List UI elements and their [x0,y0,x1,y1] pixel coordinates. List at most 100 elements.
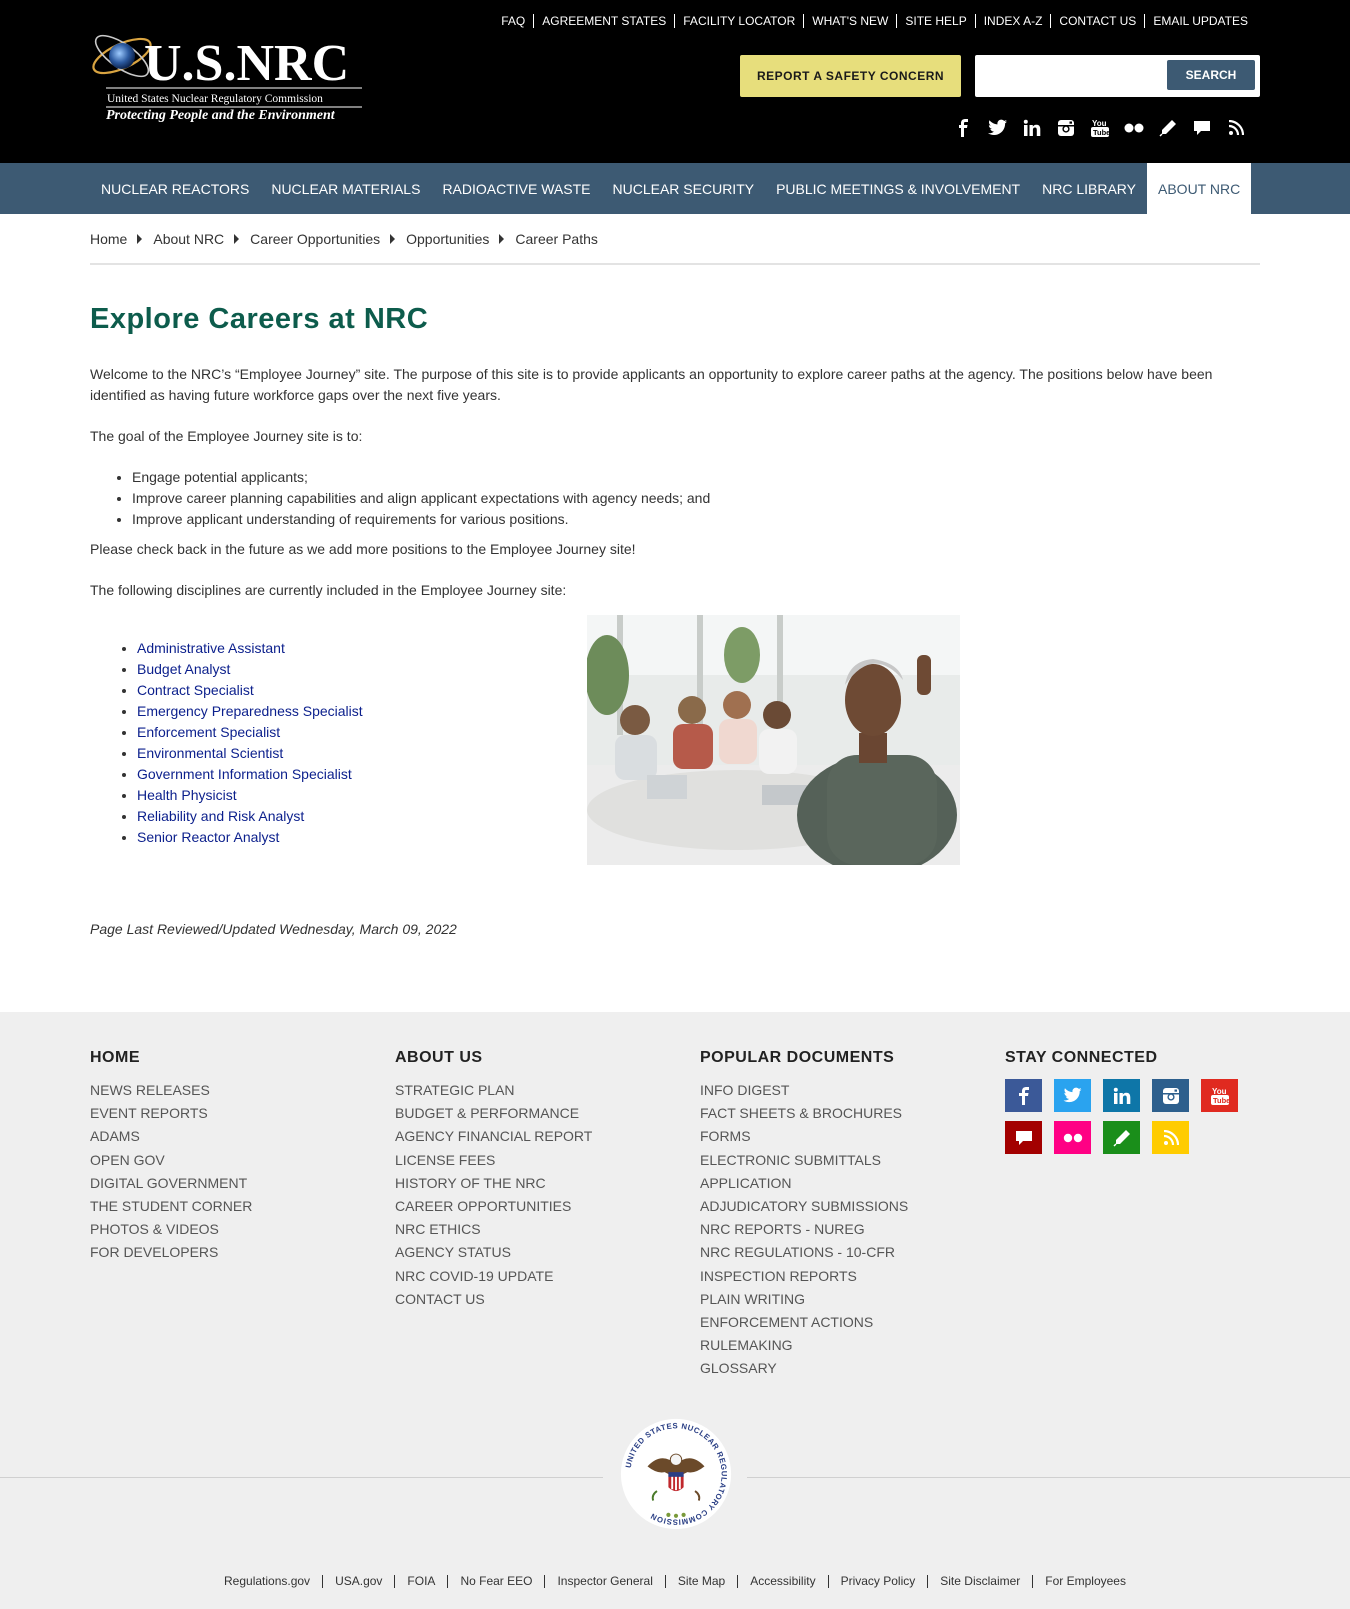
accessibility-link[interactable]: Accessibility [737,1575,827,1588]
footer-link[interactable]: CAREER OPPORTUNITIES [395,1195,592,1218]
last-reviewed: Page Last Reviewed/Updated Wednesday, Ma… [90,921,457,937]
list-item: Engage potential applicants; [132,467,1260,488]
search-input[interactable] [983,63,1158,89]
team-meeting-photo [587,615,960,865]
blog-icon[interactable] [1103,1121,1140,1154]
no-fear-eeo-link[interactable]: No Fear EEO [447,1575,544,1588]
footer-link[interactable]: INSPECTION REPORTS [700,1265,908,1288]
footer-link[interactable]: FOR DEVELOPERS [90,1241,252,1264]
site-map-link[interactable]: Site Map [664,1575,737,1588]
footer-link[interactable]: PLAIN WRITING [700,1288,908,1311]
youtube-icon[interactable]: You Tube [1090,118,1110,138]
nav-radioactive-waste[interactable]: RADIOACTIVE WASTE [431,163,601,214]
career-link[interactable]: Emergency Preparedness Specialist [137,703,363,719]
instagram-icon[interactable] [1152,1079,1189,1112]
footer-link[interactable]: APPLICATION [700,1172,908,1195]
inspector-general-link[interactable]: Inspector General [544,1575,664,1588]
footer-link[interactable]: NEWS RELEASES [90,1079,252,1102]
footer-link[interactable]: THE STUDENT CORNER [90,1195,252,1218]
nrc-logo[interactable]: U.S.NRC United States Nuclear Regulatory… [90,18,365,126]
career-link[interactable]: Government Information Specialist [137,766,352,782]
flickr-icon[interactable] [1054,1121,1091,1154]
comment-icon[interactable] [1005,1121,1042,1154]
footer-link[interactable]: DIGITAL GOVERNMENT [90,1172,252,1195]
site-help-link[interactable]: SITE HELP [896,14,974,28]
search-box: SEARCH [975,55,1260,97]
linkedin-icon[interactable] [1022,118,1042,138]
footer-link[interactable]: LICENSE FEES [395,1149,592,1172]
footer-link[interactable]: GLOSSARY [700,1357,908,1380]
youtube-icon[interactable]: You Tube [1201,1079,1238,1112]
breadcrumb-career-opportunities[interactable]: Career Opportunities [250,231,380,247]
career-link[interactable]: Senior Reactor Analyst [137,829,279,845]
nav-nuclear-reactors[interactable]: NUCLEAR REACTORS [90,163,260,214]
footer-link[interactable]: FACT SHEETS & BROCHURES [700,1102,908,1125]
agreement-states-link[interactable]: AGREEMENT STATES [533,14,674,28]
privacy-policy-link[interactable]: Privacy Policy [827,1575,928,1588]
nav-nuclear-materials[interactable]: NUCLEAR MATERIALS [260,163,431,214]
career-link[interactable]: Contract Specialist [137,682,254,698]
flickr-icon[interactable] [1124,118,1144,138]
instagram-icon[interactable] [1056,118,1076,138]
footer-link[interactable]: FORMS [700,1125,908,1148]
twitter-icon[interactable] [1054,1079,1091,1112]
whats-new-link[interactable]: WHAT'S NEW [803,14,896,28]
site-disclaimer-link[interactable]: Site Disclaimer [927,1575,1032,1588]
footer-link[interactable]: ADJUDICATORY SUBMISSIONS [700,1195,908,1218]
footer-home-heading[interactable]: HOME [90,1049,252,1067]
footer-link[interactable]: NRC REPORTS - NUREG [700,1218,908,1241]
twitter-icon[interactable] [988,118,1008,138]
footer-link[interactable]: CONTACT US [395,1288,592,1311]
footer-link[interactable]: AGENCY STATUS [395,1241,592,1264]
footer-link[interactable]: ADAMS [90,1125,252,1148]
facebook-icon[interactable] [954,118,974,138]
index-az-link[interactable]: INDEX A-Z [974,14,1051,28]
usa-gov-link[interactable]: USA.gov [322,1575,394,1588]
breadcrumb-home[interactable]: Home [90,231,127,247]
footer-link[interactable]: AGENCY FINANCIAL REPORT [395,1125,592,1148]
search-button[interactable]: SEARCH [1167,60,1255,90]
career-link[interactable]: Enforcement Specialist [137,724,280,740]
career-link[interactable]: Health Physicist [137,787,237,803]
footer-link[interactable]: NRC COVID-19 UPDATE [395,1265,592,1288]
faq-link[interactable]: FAQ [493,14,533,28]
footer-link[interactable]: NRC ETHICS [395,1218,592,1241]
footer-link[interactable]: ENFORCEMENT ACTIONS [700,1311,908,1334]
contact-us-link[interactable]: CONTACT US [1050,14,1144,28]
nav-about-nrc[interactable]: ABOUT NRC [1147,163,1252,214]
footer-link[interactable]: HISTORY OF THE NRC [395,1172,592,1195]
blog-icon[interactable] [1158,118,1178,138]
nav-nrc-library[interactable]: NRC LIBRARY [1031,163,1147,214]
rss-icon[interactable] [1226,118,1246,138]
comment-icon[interactable] [1192,118,1212,138]
breadcrumb-opportunities[interactable]: Opportunities [406,231,489,247]
linkedin-icon[interactable] [1103,1079,1140,1112]
facility-locator-link[interactable]: FACILITY LOCATOR [674,14,803,28]
report-safety-concern-button[interactable]: REPORT A SAFETY CONCERN [740,55,961,97]
footer-link[interactable]: EVENT REPORTS [90,1102,252,1125]
breadcrumb-about-nrc[interactable]: About NRC [153,231,224,247]
career-link[interactable]: Budget Analyst [137,661,230,677]
footer-link[interactable]: OPEN GOV [90,1149,252,1172]
footer-link[interactable]: ELECTRONIC SUBMITTALS [700,1149,908,1172]
email-updates-link[interactable]: EMAIL UPDATES [1144,14,1256,28]
nav-nuclear-security[interactable]: NUCLEAR SECURITY [602,163,766,214]
footer-link[interactable]: INFO DIGEST [700,1079,908,1102]
rss-icon[interactable] [1152,1121,1189,1154]
foia-link[interactable]: FOIA [394,1575,447,1588]
career-link[interactable]: Administrative Assistant [137,640,285,656]
career-link[interactable]: Environmental Scientist [137,745,283,761]
site-footer: HOME NEWS RELEASES EVENT REPORTS ADAMS O… [0,1012,1350,1609]
footer-link[interactable]: RULEMAKING [700,1334,908,1357]
footer-link[interactable]: PHOTOS & VIDEOS [90,1218,252,1241]
regulations-gov-link[interactable]: Regulations.gov [212,1575,322,1588]
nav-public-meetings[interactable]: PUBLIC MEETINGS & INVOLVEMENT [765,163,1031,214]
facebook-icon[interactable] [1005,1079,1042,1112]
career-link[interactable]: Reliability and Risk Analyst [137,808,304,824]
for-employees-link[interactable]: For Employees [1032,1575,1138,1588]
nrc-seal: UNITED STATES NUCLEAR REGULATORY COMMISS… [620,1418,732,1530]
footer-link[interactable]: BUDGET & PERFORMANCE [395,1102,592,1125]
footer-link[interactable]: STRATEGIC PLAN [395,1079,592,1102]
footer-link[interactable]: NRC REGULATIONS - 10-CFR [700,1241,908,1264]
footer-about-heading[interactable]: ABOUT US [395,1049,592,1067]
